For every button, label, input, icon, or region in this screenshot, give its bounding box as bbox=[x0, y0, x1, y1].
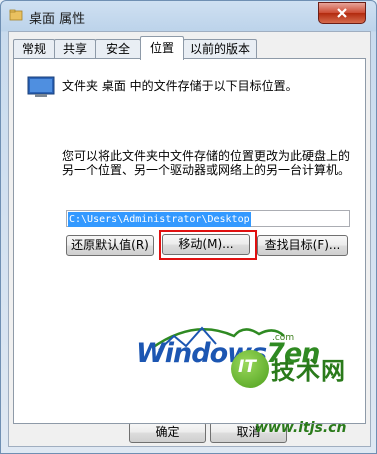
target-path-value: C:\Users\Administrator\Desktop bbox=[68, 212, 251, 227]
tab-general[interactable]: 常规 bbox=[13, 39, 55, 59]
close-icon bbox=[337, 8, 347, 18]
tab-location[interactable]: 位置 bbox=[140, 36, 184, 60]
tab-previous-versions[interactable]: 以前的版本 bbox=[183, 39, 257, 59]
tab-sharing[interactable]: 共享 bbox=[54, 39, 96, 59]
move-button-highlight bbox=[159, 230, 257, 260]
find-target-button[interactable]: 查找目标(F)... bbox=[257, 235, 348, 256]
close-button[interactable] bbox=[318, 2, 366, 24]
restore-default-button[interactable]: 还原默认值(R) bbox=[66, 235, 154, 256]
badge-mark: IT bbox=[238, 357, 256, 377]
itjs-badge-icon: IT bbox=[231, 350, 269, 388]
target-path-field[interactable]: C:\Users\Administrator\Desktop bbox=[66, 210, 350, 227]
tab-security[interactable]: 安全 bbox=[95, 39, 141, 59]
properties-window: 桌面 属性 常规 共享 安全 位置 以前的版本 文件夹 桌面 中的文件存储于以下… bbox=[0, 0, 377, 454]
window-title: 桌面 属性 bbox=[29, 12, 86, 27]
logo-com: .com bbox=[272, 333, 295, 343]
title-bar[interactable]: 桌面 属性 bbox=[1, 1, 376, 31]
location-description: 文件夹 桌面 中的文件存储于以下目标位置。 bbox=[62, 79, 298, 93]
itjs-badge-url: www.itjs.cn bbox=[255, 420, 347, 436]
desktop-folder-icon bbox=[27, 76, 55, 97]
ok-button[interactable]: 确定 bbox=[129, 422, 206, 443]
itjs-badge-title: 技术网 bbox=[271, 357, 346, 385]
folder-icon bbox=[9, 9, 23, 21]
location-explanation: 您可以将此文件夹中文件存储的位置更改为此硬盘上的另一个位置、另一个驱动器或网络上… bbox=[62, 149, 351, 177]
